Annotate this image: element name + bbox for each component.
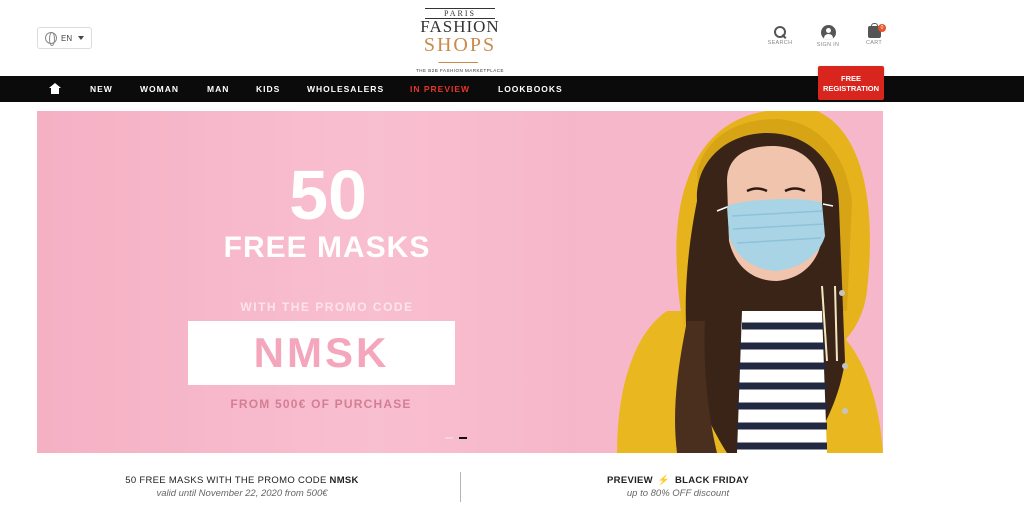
nav-item-kids[interactable]: KIDS — [256, 76, 280, 102]
sign-in-button[interactable]: SIGN IN — [808, 25, 848, 48]
logo-tagline: THE B2B FASHION MARKETPLACE — [415, 68, 505, 73]
promo-masks-title: 50 FREE MASKS WITH THE PROMO CODE NMSK — [40, 474, 444, 487]
promo-black-friday-label: BLACK FRIDAY — [674, 475, 749, 486]
cart-button[interactable]: 0 CART — [854, 23, 894, 46]
globe-icon — [45, 32, 57, 46]
banner-promo-code: NMSK — [253, 329, 390, 376]
language-code: EN — [61, 33, 73, 43]
sign-in-label: SIGN IN — [816, 42, 840, 48]
site-header: EN PARIS FASHION SHOPS THE B2B FASHION M… — [0, 0, 1024, 76]
search-label: SEARCH — [767, 40, 793, 46]
cart-label: CART — [865, 40, 883, 46]
home-icon[interactable] — [49, 83, 61, 94]
search-button[interactable]: SEARCH — [760, 26, 800, 46]
promo-black-friday[interactable]: PREVIEW ⚡ BLACK FRIDAY up to 80% OFF dis… — [476, 474, 880, 500]
promo-masks-title-text: 50 FREE MASKS WITH THE PROMO CODE — [125, 475, 330, 486]
promo-masks-code: NMSK — [329, 475, 359, 486]
banner-headline: FREE MASKS — [223, 231, 431, 264]
promo-preview-label: PREVIEW — [607, 475, 653, 486]
logo-shops: SHOPS — [423, 34, 497, 56]
chevron-down-icon — [78, 36, 85, 40]
carousel-dots — [445, 437, 467, 439]
nav-item-woman[interactable]: WOMAN — [140, 76, 179, 102]
logo-fashion: FASHION — [420, 17, 500, 36]
hero-banner[interactable]: 50 FREE MASKS WITH THE PROMO CODE NMSK F… — [37, 111, 883, 453]
nav-item-new[interactable]: NEW — [90, 76, 113, 102]
free-registration-line2: REGISTRATION — [822, 84, 880, 93]
nav-item-wholesalers[interactable]: WHOLESALERS — [307, 76, 384, 102]
language-selector[interactable]: EN — [37, 27, 92, 49]
banner-promo-intro: WITH THE PROMO CODE — [240, 300, 414, 314]
page: EN PARIS FASHION SHOPS THE B2B FASHION M… — [0, 0, 1024, 512]
nav-item-lookbooks[interactable]: LOOKBOOKS — [498, 76, 563, 102]
woman-in-raincoat-image — [577, 111, 883, 453]
promo-masks[interactable]: 50 FREE MASKS WITH THE PROMO CODE NMSK v… — [40, 474, 444, 500]
nav-item-in-preview[interactable]: IN PREVIEW — [410, 76, 470, 102]
promo-black-friday-subtitle: up to 80% OFF discount — [626, 488, 730, 499]
carousel-dot-2[interactable] — [459, 437, 467, 439]
hanger-icon — [437, 55, 483, 63]
nav-item-man[interactable]: MAN — [207, 76, 229, 102]
search-icon — [774, 26, 786, 38]
promo-divider — [460, 472, 461, 502]
cart-count-badge: 0 — [878, 24, 886, 32]
user-icon — [820, 25, 836, 40]
free-registration-button[interactable]: FREE REGISTRATION — [818, 66, 884, 100]
promo-masks-subtitle: valid until November 22, 2020 from 500€ — [156, 488, 328, 499]
carousel-dot-1[interactable] — [445, 437, 453, 439]
promo-black-friday-title: PREVIEW ⚡ BLACK FRIDAY — [476, 474, 880, 487]
banner-promo-code-box: NMSK — [188, 321, 455, 385]
free-registration-line1: FREE — [840, 74, 861, 83]
banner-number: 50 — [289, 156, 367, 234]
lightning-icon: ⚡ — [657, 475, 671, 486]
site-logo[interactable]: PARIS FASHION SHOPS THE B2B FASHION MARK… — [408, 8, 512, 73]
banner-minimum-purchase: FROM 500€ OF PURCHASE — [230, 397, 412, 411]
